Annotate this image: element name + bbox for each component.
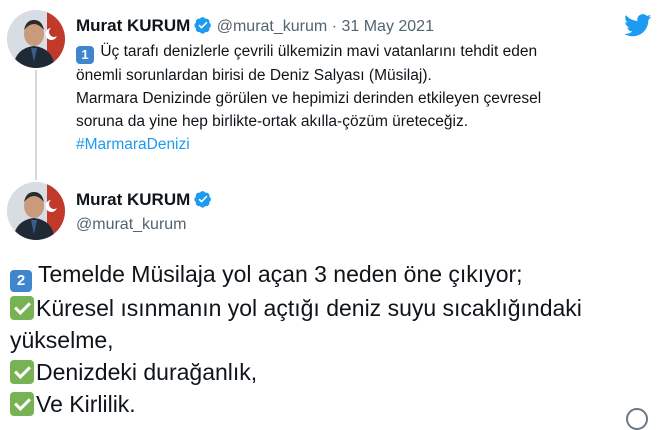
thread-connector — [35, 70, 37, 180]
separator-dot: · — [331, 18, 338, 35]
tweet1-line: soruna da yine hep birlikte-ortak akılla… — [76, 113, 468, 130]
avatar[interactable] — [7, 10, 65, 68]
tweet2-header: Murat KURUM — [76, 190, 212, 210]
verified-badge-icon — [194, 17, 212, 34]
tweet2-line: Denizdeki durağanlık, — [36, 359, 258, 385]
keycap-2-emoji: 2 — [10, 270, 32, 292]
author-handle[interactable]: @murat_kurum — [217, 18, 328, 35]
white-check-mark-icon — [10, 296, 34, 320]
white-check-mark-icon — [10, 360, 34, 384]
avatar[interactable] — [7, 182, 65, 240]
more-options-icon[interactable] — [626, 408, 648, 430]
tweet2-line: Temelde Müsilaja yol açan 3 neden öne çı… — [37, 261, 523, 287]
tweet1-line: Üç tarafı denizlerle çevrili ülkemizin m… — [100, 43, 538, 60]
tweet2-line: Küresel ısınmanın yol açtığı deniz suyu … — [36, 295, 582, 321]
tweet2-line: Ve Kirlilik. — [36, 391, 136, 417]
author-name[interactable]: Murat KURUM — [76, 190, 190, 209]
tweet1-line: önemli sorunlardan birisi de Deniz Salya… — [76, 67, 432, 84]
keycap-1-emoji: 1 — [76, 46, 94, 64]
tweet2-line: yükselme, — [10, 327, 114, 353]
hashtag-link[interactable]: #MarmaraDenizi — [76, 133, 656, 156]
tweet1-text: 1 Üç tarafı denizlerle çevrili ülkemizin… — [76, 40, 656, 156]
twitter-bird-icon[interactable] — [624, 14, 652, 37]
verified-badge-icon — [194, 191, 212, 208]
avatar-photo — [7, 182, 65, 240]
author-handle[interactable]: @murat_kurum — [76, 216, 187, 234]
tweet1-line: Marmara Denizinde görülen ve hepimizi de… — [76, 90, 542, 107]
tweet-date[interactable]: 31 May 2021 — [341, 18, 434, 35]
white-check-mark-icon — [10, 392, 34, 416]
tweet2-text: 2 Temelde Müsilaja yol açan 3 neden öne … — [10, 258, 650, 420]
author-name[interactable]: Murat KURUM — [76, 16, 190, 35]
avatar-photo — [7, 10, 65, 68]
tweet1-header: Murat KURUM @murat_kurum · 31 May 2021 — [76, 16, 434, 36]
